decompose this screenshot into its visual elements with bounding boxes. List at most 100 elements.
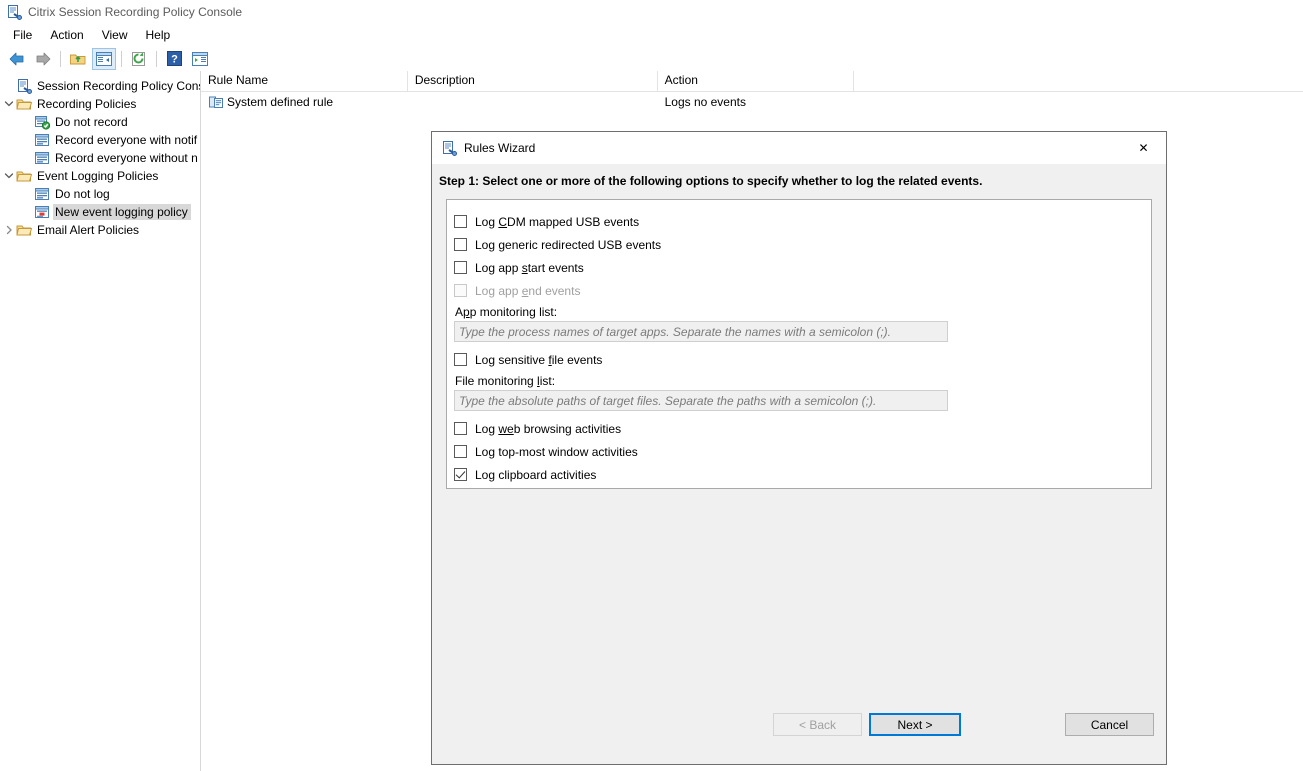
sidebar-item-label: Session Recording Policy Console (35, 78, 201, 94)
policy-icon (34, 150, 50, 166)
policy-console-icon (6, 4, 22, 20)
back-button: < Back (773, 713, 862, 736)
sidebar-item-label: Record everyone with notif (53, 132, 200, 148)
menu-help[interactable]: Help (137, 26, 180, 44)
checkbox-icon[interactable] (454, 422, 467, 435)
option-label: Log app start events (475, 261, 584, 275)
log-clipboard-activities[interactable]: Log clipboard activities (454, 463, 1144, 486)
console-tree: Session Recording Policy Console Recordi… (0, 71, 201, 771)
twisty-placeholder (2, 78, 16, 94)
cell-description (408, 92, 658, 112)
log-top-most-window-activities[interactable]: Log top-most window activities (454, 440, 1144, 463)
sidebar-item-email-alert-policies[interactable]: Email Alert Policies (0, 221, 200, 239)
folder-icon (16, 222, 32, 238)
toolbar-separator (121, 51, 122, 67)
help-icon[interactable]: ? (162, 48, 186, 70)
log-app-start-events[interactable]: Log app start events (454, 256, 1144, 279)
log-generic-redirected-usb-events[interactable]: Log generic redirected USB events (454, 233, 1144, 256)
dialog-footer: < Back Next > Cancel (432, 702, 1166, 764)
sidebar-item-label: Event Logging Policies (35, 168, 161, 184)
checkbox-icon[interactable] (454, 353, 467, 366)
cell-rule-name: System defined rule (201, 92, 408, 112)
column-header-extra[interactable] (854, 71, 1303, 91)
option-label: Log app end events (475, 284, 580, 298)
chevron-down-icon[interactable] (2, 168, 16, 184)
chevron-down-icon[interactable] (2, 96, 16, 112)
dialog-title: Rules Wizard (464, 141, 1121, 155)
refresh-icon[interactable] (127, 48, 151, 70)
checkbox-icon[interactable] (454, 238, 467, 251)
close-icon[interactable]: ✕ (1121, 133, 1166, 164)
option-label: Log sensitive file events (475, 353, 602, 367)
menubar: File Action View Help (0, 24, 1303, 46)
back-arrow-icon[interactable] (5, 48, 29, 70)
sidebar-item-record-everyone-without-notification[interactable]: Record everyone without n (0, 149, 200, 167)
sidebar-item-label: Email Alert Policies (35, 222, 142, 238)
option-label: Log web browsing activities (475, 422, 621, 436)
column-header-description[interactable]: Description (408, 71, 658, 91)
log-sensitive-file-events[interactable]: Log sensitive file events (454, 348, 1144, 371)
folder-icon (16, 96, 32, 112)
checkbox-icon[interactable] (454, 261, 467, 274)
file-monitoring-list-label: File monitoring list: (454, 371, 1144, 390)
sidebar-item-do-not-log[interactable]: Do not log (0, 185, 200, 203)
sidebar-item-recording-policies[interactable]: Recording Policies (0, 95, 200, 113)
next-button[interactable]: Next > (869, 713, 961, 736)
cancel-button[interactable]: Cancel (1065, 713, 1154, 736)
menu-action[interactable]: Action (41, 26, 92, 44)
sidebar-item-label: Do not log (53, 186, 113, 202)
toolbar-separator (60, 51, 61, 67)
checkbox-icon[interactable] (454, 468, 467, 481)
checkbox-icon[interactable] (454, 445, 467, 458)
log-cdm-mapped-usb-events[interactable]: Log CDM mapped USB events (454, 210, 1144, 233)
column-header-action[interactable]: Action (658, 71, 855, 91)
window-title: Citrix Session Recording Policy Console (28, 5, 242, 19)
options-panel: Log CDM mapped USB events Log generic re… (446, 199, 1152, 489)
cell-action: Logs no events (658, 92, 855, 112)
dialog-step-text: Step 1: Select one or more of the follow… (432, 164, 1166, 199)
export-list-icon[interactable] (188, 48, 212, 70)
menu-file[interactable]: File (4, 26, 41, 44)
policy-new-icon (34, 204, 50, 220)
sidebar-item-label: Do not record (53, 114, 131, 130)
show-hide-tree-icon[interactable] (92, 48, 116, 70)
rule-icon (208, 94, 224, 110)
dialog-body: Log CDM mapped USB events Log generic re… (432, 199, 1166, 702)
table-row[interactable]: System defined rule Logs no events (201, 92, 1303, 112)
policy-active-icon (34, 114, 50, 130)
file-monitoring-list-input[interactable]: Type the absolute paths of target files.… (454, 390, 948, 411)
up-folder-icon[interactable] (66, 48, 90, 70)
sidebar-item-do-not-record[interactable]: Do not record (0, 113, 200, 131)
toolbar: ? (0, 46, 1303, 72)
sidebar-item-label: Recording Policies (35, 96, 139, 112)
option-label: Log clipboard activities (475, 468, 596, 482)
sidebar-item-label: New event logging policy (53, 204, 191, 220)
option-label: Log generic redirected USB events (475, 238, 661, 252)
toolbar-separator (156, 51, 157, 67)
checkbox-icon[interactable] (454, 215, 467, 228)
policy-icon (34, 186, 50, 202)
window-titlebar: Citrix Session Recording Policy Console (0, 0, 1303, 24)
checkbox-icon (454, 284, 467, 297)
sidebar-item-event-logging-policies[interactable]: Event Logging Policies (0, 167, 200, 185)
option-label: Log CDM mapped USB events (475, 215, 639, 229)
folder-icon (16, 168, 32, 184)
sidebar-item-session-recording-policy-console[interactable]: Session Recording Policy Console (0, 77, 200, 95)
cell-extra (854, 92, 1303, 112)
log-web-browsing-activities[interactable]: Log web browsing activities (454, 417, 1144, 440)
log-app-end-events: Log app end events (454, 279, 1144, 302)
app-monitoring-list-input[interactable]: Type the process names of target apps. S… (454, 321, 948, 342)
rules-wizard-dialog: Rules Wizard ✕ Step 1: Select one or mor… (431, 131, 1167, 765)
rules-wizard-icon (441, 140, 457, 156)
column-header-rule-name[interactable]: Rule Name (201, 71, 408, 91)
sidebar-item-new-event-logging-policy[interactable]: New event logging policy (0, 203, 200, 221)
forward-arrow-icon[interactable] (31, 48, 55, 70)
console-root-icon (16, 78, 32, 94)
sidebar-item-record-everyone-with-notification[interactable]: Record everyone with notif (0, 131, 200, 149)
listview-header: Rule Name Description Action (201, 71, 1303, 92)
chevron-right-icon[interactable] (2, 222, 16, 238)
menu-view[interactable]: View (93, 26, 137, 44)
policy-icon (34, 132, 50, 148)
sidebar-item-label: Record everyone without n (53, 150, 201, 166)
app-monitoring-list-label: App monitoring list: (454, 302, 1144, 321)
